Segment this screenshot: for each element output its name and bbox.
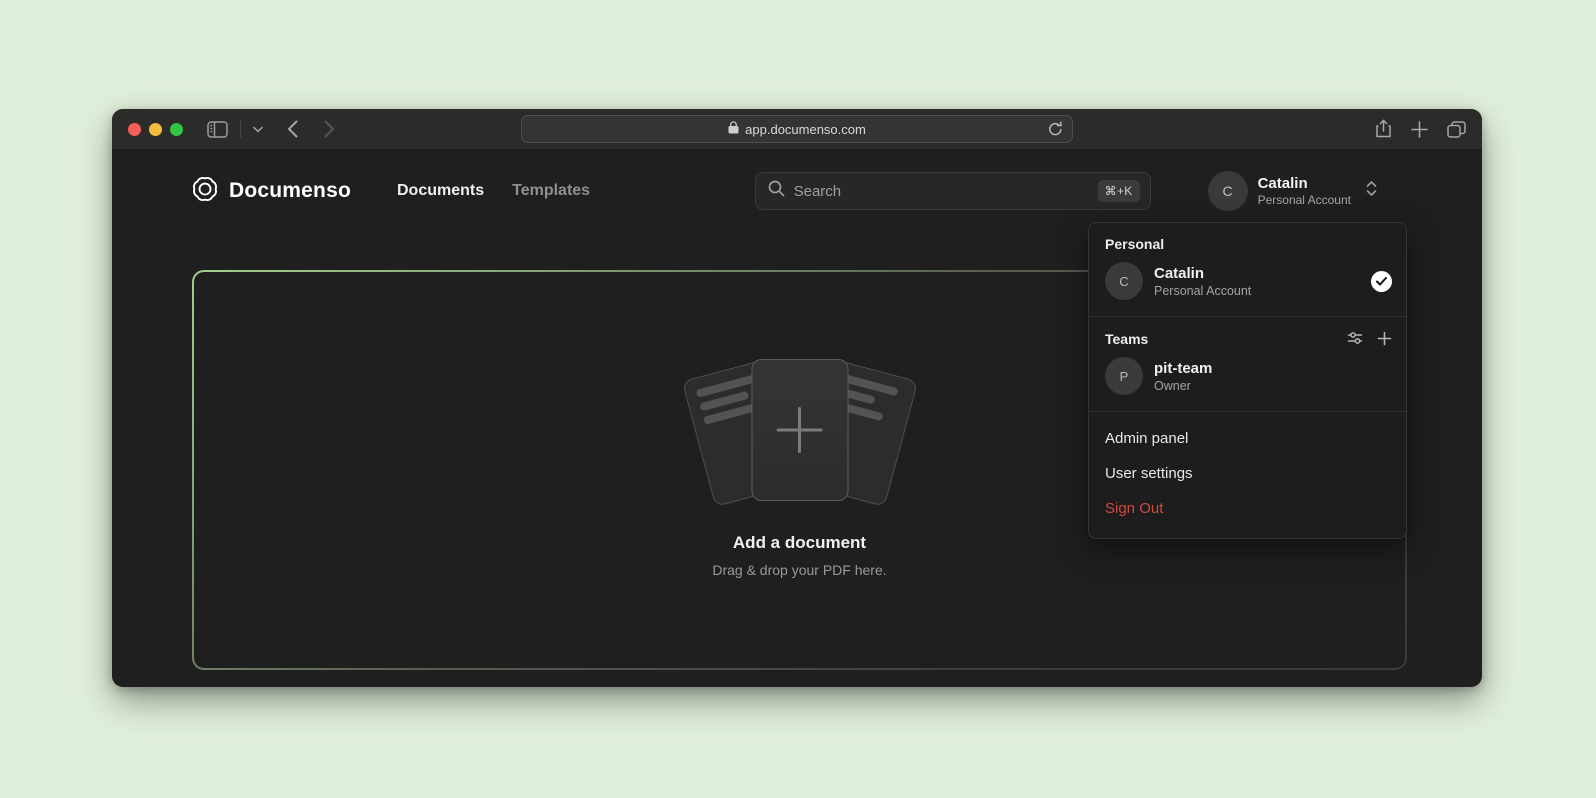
personal-section-label: Personal — [1089, 231, 1406, 255]
close-window-button[interactable] — [128, 123, 141, 136]
nav-tab-documents[interactable]: Documents — [397, 182, 484, 200]
team-item[interactable]: P pit-team Owner — [1089, 350, 1406, 402]
menu-item-user-settings[interactable]: User settings — [1089, 456, 1406, 491]
document-card-add — [751, 359, 848, 501]
menu-item-sign-out[interactable]: Sign Out — [1089, 491, 1406, 526]
search-input[interactable]: Search ⌘+K — [755, 172, 1151, 210]
minimize-window-button[interactable] — [149, 123, 162, 136]
brand[interactable]: Documenso — [190, 174, 351, 209]
menu-divider — [1089, 411, 1406, 412]
account-subtitle: Personal Account — [1258, 193, 1351, 208]
back-icon[interactable] — [287, 120, 298, 138]
sidebar-toggle-icon[interactable] — [207, 121, 228, 138]
menu-item-admin-panel[interactable]: Admin panel — [1089, 421, 1406, 456]
search-shortcut-badge: ⌘+K — [1098, 180, 1140, 202]
team-role: Owner — [1154, 378, 1212, 394]
check-icon — [1371, 271, 1392, 292]
manage-teams-icon[interactable] — [1347, 330, 1363, 346]
url-text: app.documenso.com — [745, 122, 866, 137]
address-bar[interactable]: app.documenso.com — [521, 115, 1073, 143]
chevrons-up-down-icon — [1365, 180, 1378, 202]
share-icon[interactable] — [1375, 119, 1392, 139]
browser-titlebar: app.documenso.com — [112, 109, 1482, 149]
nav-tab-templates[interactable]: Templates — [512, 182, 590, 200]
personal-account-item[interactable]: C Catalin Personal Account — [1089, 255, 1406, 307]
zoom-window-button[interactable] — [170, 123, 183, 136]
personal-account-name: Catalin — [1154, 264, 1251, 283]
plus-icon — [777, 407, 823, 453]
account-menu-trigger[interactable]: C Catalin Personal Account — [1208, 171, 1378, 211]
primary-nav: Documents Templates — [397, 182, 590, 200]
window-controls — [128, 123, 183, 136]
avatar: C — [1105, 262, 1143, 300]
toolbar-divider — [240, 120, 241, 138]
dropzone-title: Add a document — [733, 533, 866, 553]
search-placeholder: Search — [794, 183, 842, 200]
avatar: C — [1208, 171, 1248, 211]
sidebar-chevron-down-icon[interactable] — [253, 126, 263, 133]
new-tab-icon[interactable] — [1411, 121, 1428, 138]
tab-overview-icon[interactable] — [1447, 121, 1466, 138]
app-navbar: Documenso Documents Templates Search ⌘+K… — [112, 149, 1482, 233]
team-avatar: P — [1105, 357, 1143, 395]
lock-icon — [728, 121, 739, 137]
dropzone-subtitle: Drag & drop your PDF here. — [712, 562, 886, 578]
personal-account-subtitle: Personal Account — [1154, 283, 1251, 299]
team-name: pit-team — [1154, 359, 1212, 378]
document-stack-illustration — [695, 357, 905, 505]
account-dropdown-menu: Personal C Catalin Personal Account Team… — [1088, 222, 1407, 539]
reload-icon[interactable] — [1048, 121, 1063, 137]
menu-divider — [1089, 316, 1406, 317]
forward-icon — [324, 120, 335, 138]
create-team-plus-icon[interactable] — [1377, 331, 1392, 346]
documenso-logo-icon — [190, 174, 220, 209]
brand-name: Documenso — [229, 179, 351, 203]
browser-window: app.documenso.com — [112, 109, 1482, 687]
teams-section-label: Teams — [1089, 326, 1347, 350]
search-icon — [768, 180, 785, 202]
account-name: Catalin — [1258, 175, 1351, 193]
